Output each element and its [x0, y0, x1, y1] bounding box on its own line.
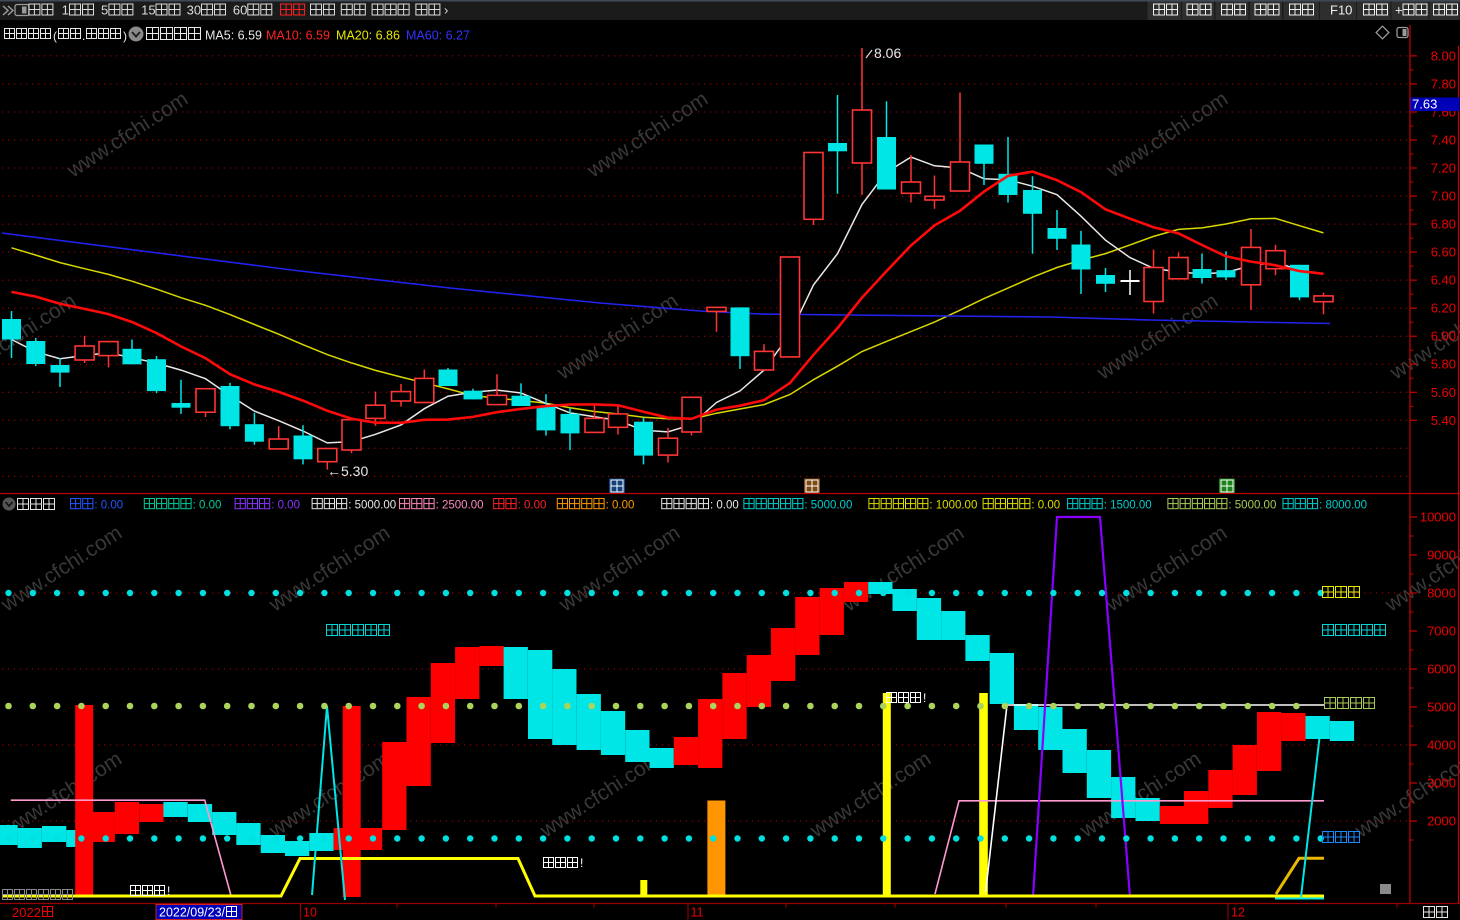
svg-text:5.40: 5.40	[1431, 413, 1456, 428]
svg-text:: 5000.00: : 5000.00	[804, 500, 852, 512]
svg-text:6.00: 6.00	[1431, 329, 1456, 344]
svg-text:: 0.00: : 0.00	[710, 500, 739, 512]
svg-text:6.40: 6.40	[1431, 273, 1456, 288]
svg-text:!: !	[167, 884, 170, 898]
svg-text:: 5000.00: : 5000.00	[1228, 500, 1276, 512]
svg-text:8.00: 8.00	[1431, 48, 1456, 63]
svg-text:: 8000.00: : 8000.00	[1319, 500, 1367, 512]
svg-text:3000: 3000	[1427, 776, 1456, 791]
svg-text:2000: 2000	[1427, 814, 1456, 829]
svg-text:6.20: 6.20	[1431, 301, 1456, 316]
svg-text:7.80: 7.80	[1431, 76, 1456, 91]
svg-text:: 1500.00: : 1500.00	[1104, 500, 1152, 512]
svg-text:9000: 9000	[1427, 548, 1456, 563]
svg-text:5000: 5000	[1427, 700, 1456, 715]
svg-text:: 5000.00: : 5000.00	[348, 500, 396, 512]
svg-text:2022/09/23/: 2022/09/23/	[159, 906, 226, 920]
svg-text:!: !	[923, 691, 926, 705]
svg-text:10000: 10000	[1420, 510, 1456, 525]
svg-text:MA10: 6.59: MA10: 6.59	[266, 29, 330, 43]
svg-text:+: +	[1395, 3, 1403, 18]
svg-text:6.60: 6.60	[1431, 245, 1456, 260]
svg-text:7000: 7000	[1427, 624, 1456, 639]
svg-text:: 1000.00: : 1000.00	[929, 500, 977, 512]
svg-text:5.80: 5.80	[1431, 357, 1456, 372]
svg-text:5: 5	[101, 3, 108, 18]
svg-text:!: !	[580, 856, 583, 870]
svg-text:: 0.00: : 0.00	[1031, 500, 1060, 512]
svg-text:30: 30	[187, 3, 201, 18]
svg-text:2022: 2022	[12, 905, 41, 920]
svg-text:.: .	[82, 29, 85, 43]
svg-text:60: 60	[233, 3, 247, 18]
svg-text:10: 10	[303, 906, 317, 920]
svg-text:←5.30: ←5.30	[327, 463, 368, 479]
svg-text:6.80: 6.80	[1431, 217, 1456, 232]
svg-text:8000: 8000	[1427, 586, 1456, 601]
svg-text:: 2500.00: : 2500.00	[436, 500, 484, 512]
svg-text:: 0.00: : 0.00	[193, 500, 222, 512]
svg-text:15: 15	[141, 3, 155, 18]
svg-text:MA60: 6.27: MA60: 6.27	[406, 29, 470, 43]
svg-text:: 0.00: : 0.00	[518, 500, 547, 512]
svg-text:: 0.00: : 0.00	[94, 500, 123, 512]
svg-text:MA5: 6.59: MA5: 6.59	[205, 29, 262, 43]
svg-text:11: 11	[691, 906, 704, 920]
svg-text:F10: F10	[1330, 3, 1352, 18]
svg-text:7.63: 7.63	[1412, 97, 1437, 112]
svg-text:: 0.00: : 0.00	[271, 500, 300, 512]
svg-text:7.20: 7.20	[1431, 161, 1456, 176]
svg-text:1: 1	[62, 3, 69, 18]
svg-text:8.06: 8.06	[874, 45, 901, 61]
svg-text:): )	[123, 29, 127, 43]
svg-text:7.00: 7.00	[1431, 189, 1456, 204]
svg-text:4000: 4000	[1427, 738, 1456, 753]
svg-text:12: 12	[1231, 906, 1245, 920]
svg-text:5.60: 5.60	[1431, 385, 1456, 400]
svg-text:7.40: 7.40	[1431, 132, 1456, 147]
svg-text:: 0.00: : 0.00	[606, 500, 635, 512]
svg-text:›: ›	[444, 3, 448, 18]
svg-text:6000: 6000	[1427, 662, 1456, 677]
svg-text:MA20: 6.86: MA20: 6.86	[336, 29, 400, 43]
svg-text:(: (	[53, 29, 57, 43]
